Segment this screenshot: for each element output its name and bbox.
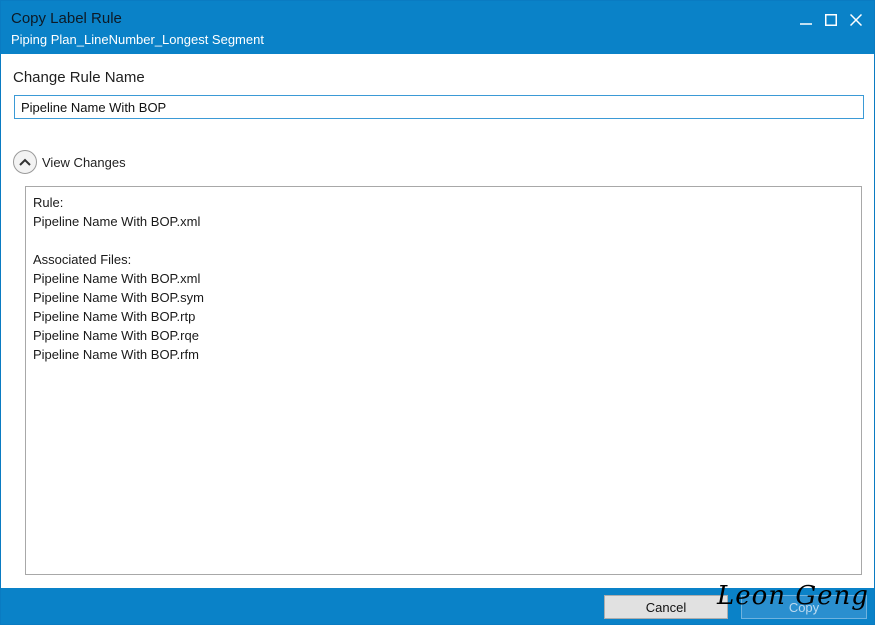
associated-file-item: Pipeline Name With BOP.rqe [33,328,199,343]
rule-name-input[interactable] [14,95,864,119]
changes-panel: Rule: Pipeline Name With BOP.xml Associa… [25,186,862,575]
chevron-up-icon[interactable] [13,150,37,174]
maximize-icon [825,14,837,26]
view-changes-expander[interactable]: View Changes [13,150,126,174]
copy-label-rule-dialog: Copy Label Rule Piping Plan_LineNumber_L… [0,0,875,625]
copy-button[interactable]: Copy [741,595,867,619]
associated-file-item: Pipeline Name With BOP.rtp [33,309,196,324]
close-button[interactable] [844,9,868,31]
title-bar: Copy Label Rule Piping Plan_LineNumber_L… [1,1,874,54]
associated-file-item: Pipeline Name With BOP.sym [33,290,204,305]
dialog-subtitle: Piping Plan_LineNumber_Longest Segment [11,32,264,47]
rule-heading: Rule: [33,195,64,210]
associated-files-heading: Associated Files: [33,252,132,267]
associated-file-item: Pipeline Name With BOP.xml [33,271,201,286]
cancel-button[interactable]: Cancel [604,595,728,619]
associated-file-item: Pipeline Name With BOP.rfm [33,347,199,362]
maximize-button[interactable] [819,9,843,31]
change-rule-name-label: Change Rule Name [13,69,145,86]
rule-file: Pipeline Name With BOP.xml [33,214,201,229]
close-icon [850,14,862,26]
minimize-icon [800,23,812,25]
view-changes-label[interactable]: View Changes [42,155,126,170]
minimize-button[interactable] [794,9,818,31]
dialog-title: Copy Label Rule [11,10,122,27]
dialog-footer: Cancel Copy [1,588,874,624]
